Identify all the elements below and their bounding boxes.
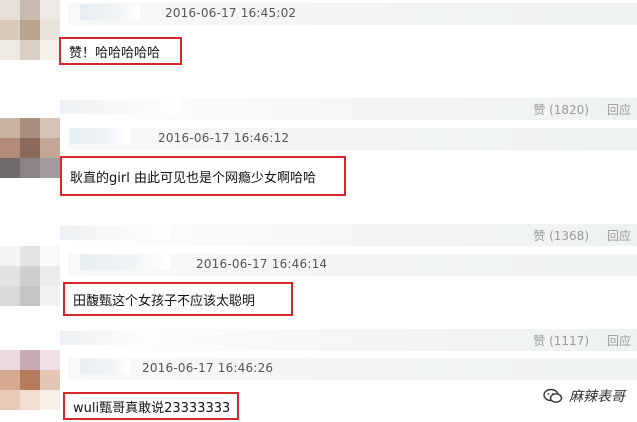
comment-item: 2016-06-17 16:46:12 耿直的girl 由此可见也是个网瘾少女啊… bbox=[0, 118, 637, 228]
comment-item: 2016-06-17 16:45:02 赞！哈哈哈哈哈 bbox=[0, 0, 637, 95]
username-blurred[interactable] bbox=[80, 254, 170, 270]
comment-actions: 赞 (1117) 回应 bbox=[60, 329, 637, 351]
comment-text: wuli甄哥真敢说23333333 bbox=[63, 392, 239, 420]
watermark-text: 麻辣表哥 bbox=[569, 389, 625, 405]
reply-button[interactable]: 回应 bbox=[607, 227, 631, 244]
username-blurred[interactable] bbox=[80, 358, 130, 374]
watermark: 麻辣表哥 bbox=[543, 386, 625, 406]
avatar[interactable] bbox=[0, 350, 60, 410]
avatar[interactable] bbox=[0, 0, 60, 60]
username-blurred bbox=[60, 100, 180, 114]
comment-meta-bar bbox=[68, 3, 637, 25]
comment-actions: 赞 (1820) 回应 bbox=[60, 98, 637, 120]
comment-timestamp: 2016-06-17 16:45:02 bbox=[165, 6, 297, 20]
comment-actions: 赞 (1368) 回应 bbox=[60, 224, 637, 246]
comment-timestamp: 2016-06-17 16:46:26 bbox=[142, 361, 274, 375]
comment-timestamp: 2016-06-17 16:46:14 bbox=[196, 257, 328, 271]
comment-timestamp: 2016-06-17 16:46:12 bbox=[158, 131, 290, 145]
like-count-button[interactable]: 赞 (1117) bbox=[533, 332, 589, 349]
comment-text: 赞！哈哈哈哈哈 bbox=[59, 37, 182, 65]
username-blurred[interactable] bbox=[80, 4, 140, 20]
comment-item: 2016-06-17 16:46:26 wuli甄哥真敢说23333333 bbox=[0, 350, 637, 422]
like-count-button[interactable]: 赞 (1368) bbox=[533, 227, 589, 244]
wechat-icon bbox=[543, 388, 563, 403]
avatar[interactable] bbox=[0, 118, 60, 178]
avatar[interactable] bbox=[0, 246, 60, 306]
comment-meta-bar bbox=[68, 128, 637, 150]
reply-button[interactable]: 回应 bbox=[607, 101, 631, 118]
username-blurred bbox=[60, 226, 170, 240]
username-blurred bbox=[60, 331, 160, 345]
comment-text: 田馥甄这个女孩子不应该太聪明 bbox=[63, 282, 293, 316]
comment-text: 耿直的girl 由此可见也是个网瘾少女啊哈哈 bbox=[60, 156, 346, 196]
comment-item: 2016-06-17 16:46:14 田馥甄这个女孩子不应该太聪明 bbox=[0, 246, 637, 326]
username-blurred[interactable] bbox=[70, 128, 130, 144]
reply-button[interactable]: 回应 bbox=[607, 332, 631, 349]
like-count-button[interactable]: 赞 (1820) bbox=[533, 101, 589, 118]
